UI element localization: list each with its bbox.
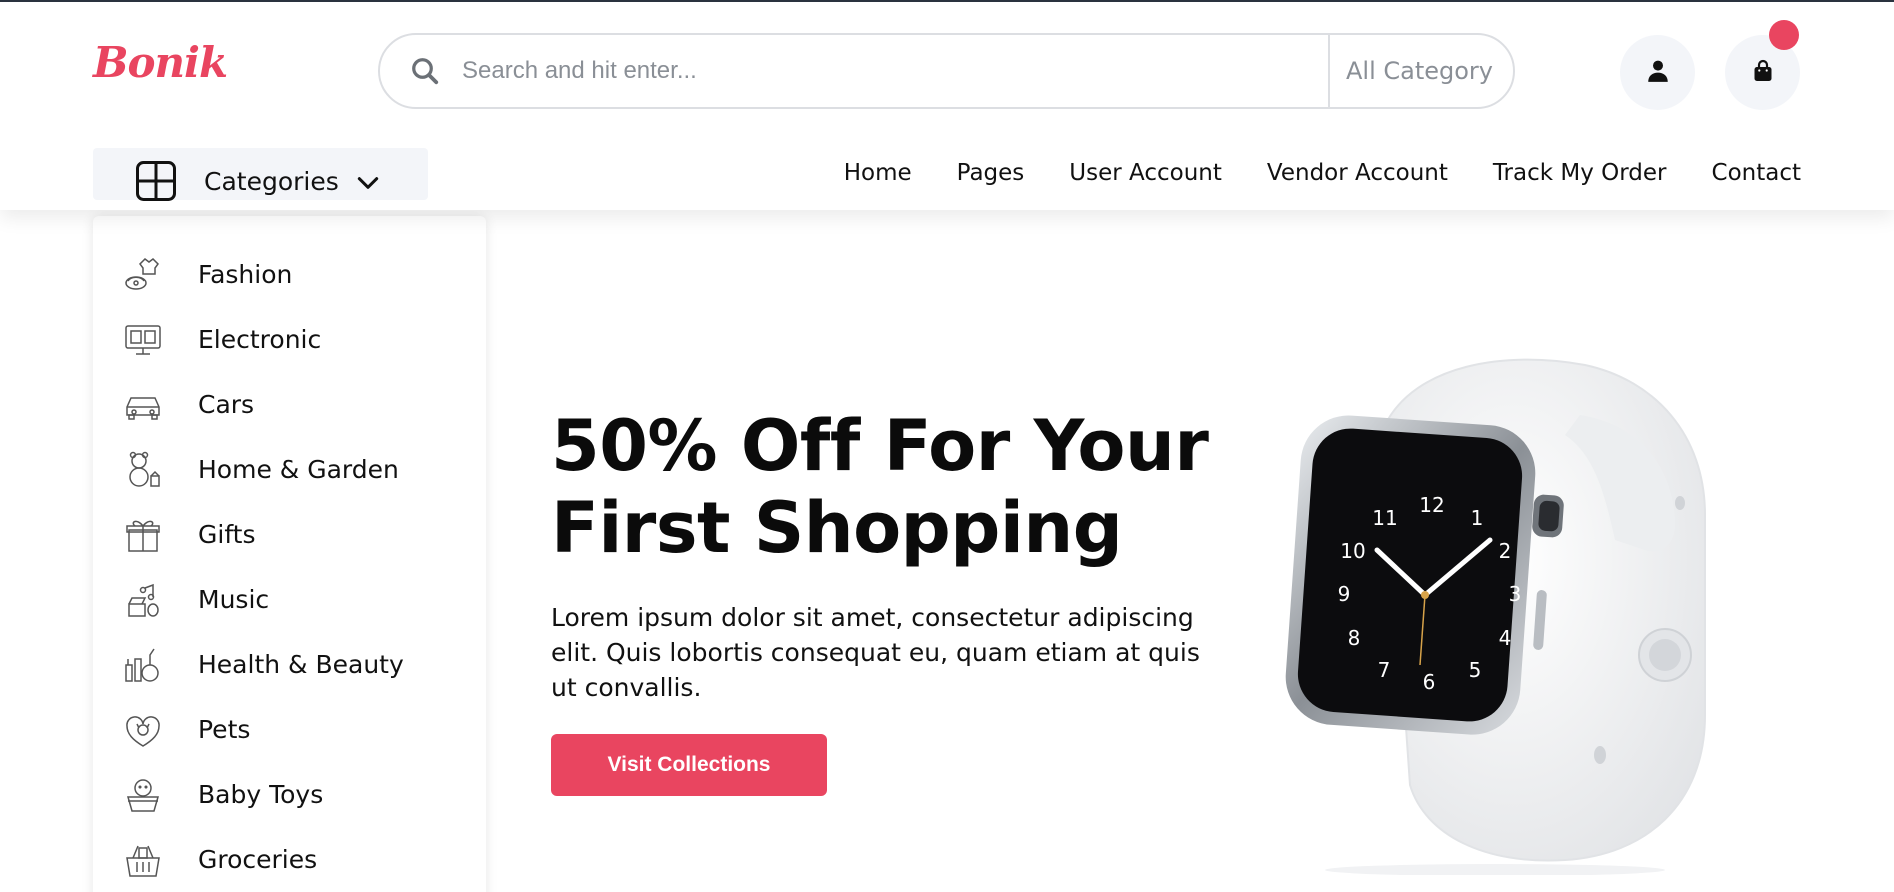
search-icon[interactable] <box>410 56 440 86</box>
teddy-bear-icon <box>122 449 164 491</box>
search-input[interactable] <box>462 35 1328 107</box>
nav-contact[interactable]: Contact <box>1712 160 1801 186</box>
search-bar: All Category <box>378 33 1515 109</box>
svg-text:10: 10 <box>1340 539 1365 563</box>
svg-text:9: 9 <box>1338 582 1351 606</box>
svg-text:11: 11 <box>1372 506 1397 530</box>
chevron-down-icon <box>355 170 381 196</box>
sidebar-item-music[interactable]: Music <box>93 567 486 632</box>
svg-text:6: 6 <box>1423 670 1436 694</box>
sidebar-item-label: Gifts <box>198 520 256 549</box>
sidebar-item-label: Baby Toys <box>198 780 324 809</box>
music-icon <box>122 579 164 621</box>
categories-toggle[interactable]: Categories <box>93 148 428 201</box>
car-icon <box>122 384 164 426</box>
user-button[interactable] <box>1620 35 1695 110</box>
visit-collections-button[interactable]: Visit Collections <box>551 734 827 796</box>
category-select[interactable]: All Category <box>1327 35 1513 107</box>
cart-badge <box>1769 20 1799 50</box>
svg-text:1: 1 <box>1471 506 1484 530</box>
main-nav: Home Pages User Account Vendor Account T… <box>844 160 1801 186</box>
pet-icon <box>122 709 164 751</box>
svg-text:12: 12 <box>1419 493 1444 517</box>
nav-home[interactable]: Home <box>844 160 912 186</box>
sidebar-item-label: Home & Garden <box>198 455 399 484</box>
svg-text:8: 8 <box>1348 626 1361 650</box>
category-sidebar: Fashion Electronic Cars Home & Garden Gi… <box>93 216 486 892</box>
svg-text:3: 3 <box>1509 582 1522 606</box>
sidebar-item-label: Electronic <box>198 325 322 354</box>
nav-pages[interactable]: Pages <box>957 160 1025 186</box>
gift-icon <box>122 514 164 556</box>
site-header: Bonik All Category Categories Home Pages… <box>0 2 1894 210</box>
fashion-icon <box>122 254 164 296</box>
svg-text:7: 7 <box>1378 658 1391 682</box>
grocery-basket-icon <box>122 839 164 881</box>
sidebar-item-label: Health & Beauty <box>198 650 404 679</box>
sidebar-item-gifts[interactable]: Gifts <box>93 502 486 567</box>
svg-text:2: 2 <box>1499 539 1512 563</box>
hero-title: 50% Off For Your First Shopping <box>551 405 1251 569</box>
categories-label: Categories <box>204 166 339 196</box>
shopping-bag-icon <box>1751 59 1775 87</box>
sidebar-item-label: Fashion <box>198 260 293 289</box>
sidebar-item-home-garden[interactable]: Home & Garden <box>93 437 486 502</box>
sidebar-item-fashion[interactable]: Fashion <box>93 242 486 307</box>
sidebar-item-cars[interactable]: Cars <box>93 372 486 437</box>
user-icon <box>1645 58 1671 88</box>
nav-user-account[interactable]: User Account <box>1069 160 1222 186</box>
sidebar-item-health-beauty[interactable]: Health & Beauty <box>93 632 486 697</box>
sidebar-item-label: Cars <box>198 390 255 419</box>
sidebar-item-label: Pets <box>198 715 251 744</box>
hero-title-line-1: 50% Off For Your <box>551 405 1209 487</box>
sidebar-item-baby-toys[interactable]: Baby Toys <box>93 762 486 827</box>
sidebar-item-electronic[interactable]: Electronic <box>93 307 486 372</box>
sidebar-item-pets[interactable]: Pets <box>93 697 486 762</box>
beauty-icon <box>122 644 164 686</box>
nav-track-my-order[interactable]: Track My Order <box>1493 160 1667 186</box>
hero-description: Lorem ipsum dolor sit amet, consectetur … <box>551 603 1200 702</box>
smartwatch-image: 12 1 2 3 4 5 6 7 8 9 10 11 <box>1265 355 1735 876</box>
grid-icon <box>136 161 176 201</box>
svg-text:5: 5 <box>1469 658 1482 682</box>
electronic-icon <box>122 319 164 361</box>
sidebar-item-label: Music <box>198 585 270 614</box>
sidebar-item-groceries[interactable]: Groceries <box>93 827 486 892</box>
hero-title-line-2: First Shopping <box>551 487 1123 569</box>
nav-vendor-account[interactable]: Vendor Account <box>1267 160 1448 186</box>
svg-text:4: 4 <box>1499 626 1512 650</box>
sidebar-item-label: Groceries <box>198 845 318 874</box>
baby-icon <box>122 774 164 816</box>
brand-logo[interactable]: Bonik <box>93 38 228 87</box>
